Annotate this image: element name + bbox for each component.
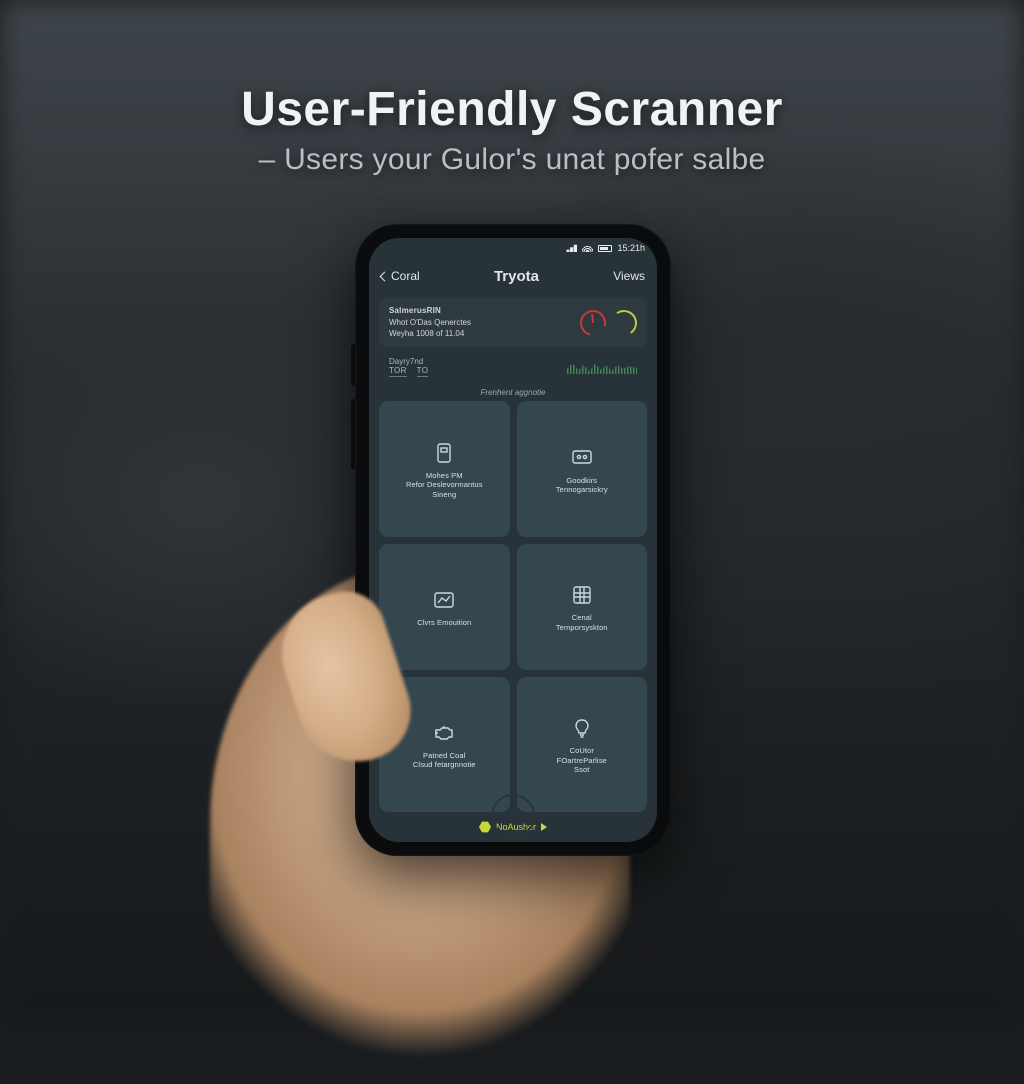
document-icon [429, 439, 459, 467]
gauge-green-icon [609, 308, 639, 338]
phone-screen: 15:21h Coral Tryota Views SalmerusRIN Wh… [369, 238, 657, 842]
row2-b2: TO [417, 366, 429, 377]
wifi-icon [582, 244, 593, 252]
play-icon [541, 823, 547, 831]
secondary-row: Dayry7nd TOR TO [379, 353, 647, 381]
info-line2: Whot O'Das Qenerctes [389, 318, 572, 329]
engine-icon [429, 719, 459, 747]
display-icon [567, 444, 597, 472]
hex-icon [479, 821, 491, 833]
card-label: GoodkirsTennogarsickry [556, 476, 608, 495]
info-line3: Weyha 1008 of 11.04 [389, 329, 572, 340]
promo-subtitle: – Users your Gulor's unat pofer salbe [0, 143, 1024, 177]
waveform-icon [567, 360, 637, 374]
card-label: Clvrs Emouition [417, 618, 471, 627]
feature-grid: Mohes PMRefor DeslevormantusSineng Goodk… [369, 401, 657, 812]
back-button[interactable]: Coral [381, 269, 420, 283]
back-label: Coral [391, 269, 420, 283]
promo-overlay: User-Friendly Scranner – Users your Gulo… [0, 82, 1024, 177]
chart-icon [429, 586, 459, 614]
feature-card-1[interactable]: GoodkirsTennogarsickry [517, 401, 648, 536]
gauge-cluster [580, 310, 637, 336]
feature-card-5[interactable]: CoUtorFOartreParliseSsot [517, 677, 648, 812]
promo-title: User-Friendly Scranner [0, 82, 1024, 137]
status-bar: 15:21h [369, 238, 657, 258]
row2-b1: TOR [389, 366, 407, 377]
row2-label: Dayry7nd [389, 357, 428, 366]
gauge-red-icon [575, 305, 611, 341]
feature-card-3[interactable]: CenalTemporsyskton [517, 544, 648, 670]
phone-frame: 15:21h Coral Tryota Views SalmerusRIN Wh… [355, 224, 671, 856]
vehicle-info-card[interactable]: SalmerusRIN Whot O'Das Qenerctes Weyha 1… [379, 298, 647, 347]
views-button[interactable]: Views [613, 269, 645, 283]
row2-values: TOR TO [389, 366, 428, 377]
card-label: Mohes PMRefor DeslevormantusSineng [406, 471, 483, 499]
battery-icon [598, 245, 612, 252]
chevron-left-icon [380, 271, 390, 281]
feature-card-0[interactable]: Mohes PMRefor DeslevormantusSineng [379, 401, 510, 536]
info-line1: SalmerusRIN [389, 306, 572, 317]
nav-bar: Coral Tryota Views [369, 258, 657, 294]
signal-icon [566, 244, 577, 252]
home-button[interactable] [491, 794, 535, 838]
section-label: Frenhent aggnotie [369, 388, 657, 397]
feature-card-2[interactable]: Clvrs Emouition [379, 544, 510, 670]
vehicle-info-text: SalmerusRIN Whot O'Das Qenerctes Weyha 1… [389, 306, 572, 339]
row2-left: Dayry7nd TOR TO [389, 357, 428, 377]
status-time: 15:21h [617, 243, 645, 253]
card-label: Patned CoalClsud fetargnnotie [413, 751, 476, 770]
grid-icon [567, 581, 597, 609]
page-title: Tryota [494, 268, 539, 285]
bulb-icon [567, 714, 597, 742]
card-label: CoUtorFOartreParliseSsot [557, 746, 607, 774]
card-label: CenalTemporsyskton [556, 613, 608, 632]
